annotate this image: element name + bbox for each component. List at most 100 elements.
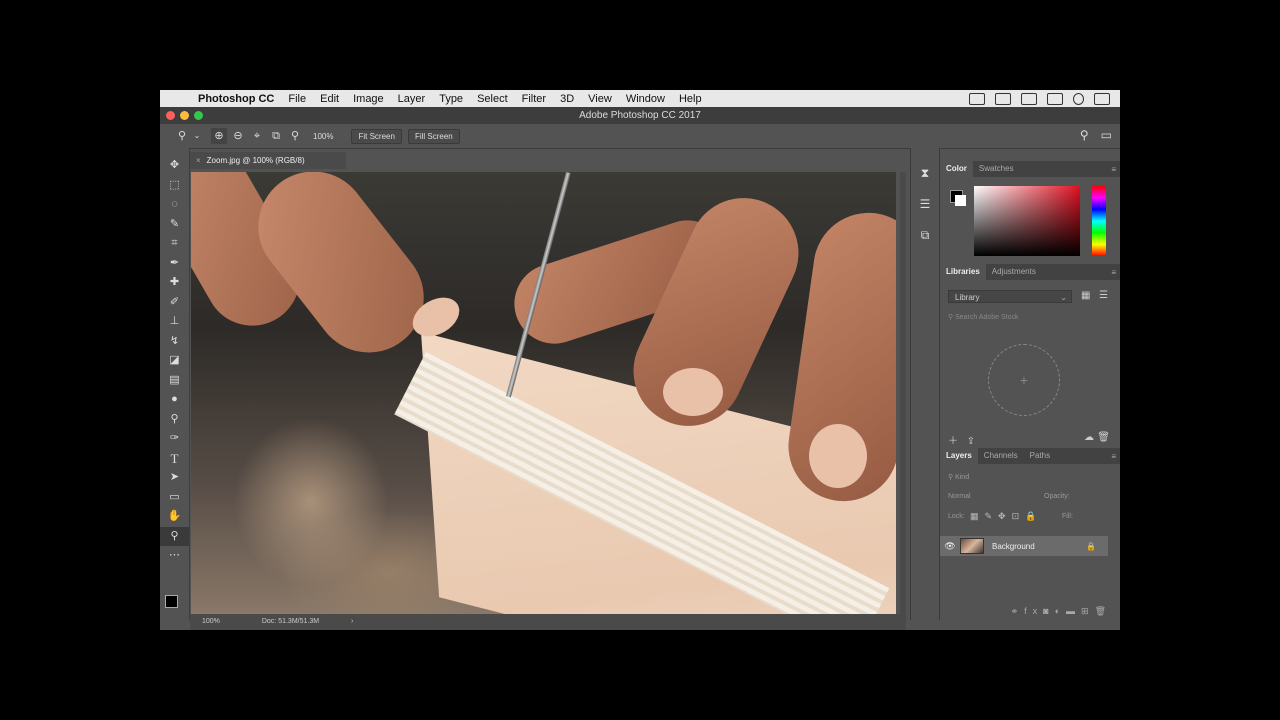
workspace-icon[interactable]: ▭	[1101, 128, 1112, 142]
adjustment-layer-icon[interactable]: ◐	[1055, 606, 1066, 616]
library-trash-icon[interactable]: 🗑	[1097, 432, 1110, 443]
menu-file[interactable]: File	[288, 93, 306, 105]
tab-libraries[interactable]: Libraries	[940, 264, 986, 280]
delete-layer-icon[interactable]: 🗑	[1095, 606, 1112, 616]
libraries-panel-menu-icon[interactable]: ≡	[1111, 268, 1116, 277]
grid-view-icon[interactable]: ▦	[1081, 290, 1090, 301]
scrubby-zoom-icon[interactable]: ⚲	[287, 128, 303, 144]
panel-background-swatch[interactable]	[955, 195, 966, 206]
new-group-icon[interactable]: ▬	[1066, 606, 1081, 616]
fill-screen-button[interactable]: Fill Screen	[407, 128, 460, 144]
tool-preset-chevron-icon[interactable]: ⌄	[193, 128, 201, 144]
resize-windows-icon[interactable]: ⌖	[249, 128, 265, 144]
edit-toolbar-icon[interactable]: ⋯	[160, 546, 189, 566]
zoom-in-icon[interactable]: ⊕	[211, 128, 227, 144]
zoom-tool-active-icon[interactable]: ⚲	[160, 526, 189, 546]
menu-select[interactable]: Select	[477, 93, 508, 105]
spotlight-icon[interactable]	[1073, 92, 1084, 105]
menu-window[interactable]: Window	[626, 93, 665, 105]
layer-row-background[interactable]: 👁 Background 🔒	[940, 536, 1108, 556]
zoom-100-button[interactable]: 100%	[313, 132, 333, 141]
add-content-icon[interactable]: ＋	[948, 436, 958, 447]
color-panel-menu-icon[interactable]: ≡	[1111, 165, 1116, 174]
menu-view[interactable]: View	[588, 93, 612, 105]
glyphs-panel-icon[interactable]: ⧉	[911, 220, 939, 251]
foreground-color-swatch[interactable]	[165, 595, 178, 608]
eraser-tool-icon[interactable]: ◪	[160, 351, 189, 371]
menu-type[interactable]: Type	[439, 93, 463, 105]
cloud-sync-icon[interactable]: ☁	[1084, 432, 1094, 443]
layer-visibility-eye-icon[interactable]: 👁	[940, 541, 960, 552]
zoom-out-icon[interactable]: ⊖	[230, 128, 246, 144]
link-layers-icon[interactable]: ⚭	[1011, 606, 1025, 616]
image-canvas[interactable]	[191, 172, 896, 614]
tab-adjustments[interactable]: Adjustments	[986, 264, 1042, 280]
tab-layers[interactable]: Layers	[940, 448, 978, 464]
hand-tool-icon[interactable]: ✋	[160, 507, 189, 527]
type-tool-icon[interactable]: T	[160, 449, 189, 469]
layer-mask-icon[interactable]: ◙	[1043, 606, 1054, 616]
new-layer-icon[interactable]: ⊞	[1081, 606, 1095, 616]
search-icon[interactable]: ⚲	[1080, 128, 1089, 142]
tab-channels[interactable]: Channels	[978, 448, 1024, 464]
minimize-window-button[interactable]	[180, 111, 189, 120]
add-library-element-icon[interactable]: +	[988, 344, 1060, 416]
menu-edit[interactable]: Edit	[320, 93, 339, 105]
zoom-tool-icon[interactable]: ⚲	[174, 128, 190, 144]
path-select-tool-icon[interactable]: ➤	[160, 468, 189, 488]
creative-cloud-icon[interactable]	[1021, 92, 1037, 105]
wifi-icon[interactable]	[1047, 92, 1063, 105]
dodge-tool-icon[interactable]: ⚲	[160, 410, 189, 430]
eyedropper-tool-icon[interactable]: ✒	[160, 254, 189, 274]
brush-tool-icon[interactable]: ✐	[160, 293, 189, 313]
tab-color[interactable]: Color	[940, 161, 973, 177]
layer-kind-filter[interactable]: ⚲ Kind	[948, 473, 969, 481]
menu-bar: Photoshop CC File Edit Image Layer Type …	[160, 90, 1120, 107]
screen-record-icon[interactable]	[969, 92, 985, 105]
gradient-tool-icon[interactable]: ▤	[160, 371, 189, 391]
zoom-all-windows-icon[interactable]: ⧉	[268, 128, 284, 144]
display-icon[interactable]	[995, 92, 1011, 105]
menu-help[interactable]: Help	[679, 93, 702, 105]
color-field[interactable]	[974, 186, 1080, 256]
healing-brush-tool-icon[interactable]: ✚	[160, 273, 189, 293]
menu-filter[interactable]: Filter	[522, 93, 546, 105]
tab-swatches[interactable]: Swatches	[973, 161, 1020, 177]
tab-paths[interactable]: Paths	[1024, 448, 1056, 464]
close-window-button[interactable]	[166, 111, 175, 120]
zoom-window-button[interactable]	[194, 111, 203, 120]
move-tool-icon[interactable]: ✥	[160, 156, 189, 176]
library-search-input[interactable]: ⚲ Search Adobe Stock	[948, 312, 1112, 324]
quick-select-tool-icon[interactable]: ✎	[160, 215, 189, 235]
status-arrow-icon[interactable]: ›	[351, 618, 353, 625]
marquee-tool-icon[interactable]: ⬚	[160, 176, 189, 196]
menu-3d[interactable]: 3D	[560, 93, 574, 105]
close-tab-icon[interactable]: ×	[196, 156, 201, 165]
menu-app-name[interactable]: Photoshop CC	[198, 93, 274, 105]
list-view-icon[interactable]: ☰	[1099, 290, 1108, 301]
layers-panel-menu-icon[interactable]: ≡	[1111, 452, 1116, 461]
status-zoom[interactable]: 100%	[202, 618, 220, 625]
history-panel-icon[interactable]: ⧗	[911, 158, 939, 189]
lock-icons[interactable]: ▦✎✥⊡🔒	[970, 511, 1042, 522]
blend-mode-select[interactable]: Normal	[948, 493, 971, 500]
layer-thumbnail	[960, 538, 984, 554]
library-select[interactable]: Library ⌄	[948, 290, 1072, 303]
upload-icon[interactable]: ⇪	[967, 436, 975, 447]
blur-tool-icon[interactable]: ●	[160, 390, 189, 410]
clone-stamp-tool-icon[interactable]: ⊥	[160, 312, 189, 332]
lasso-tool-icon[interactable]: ◌	[160, 195, 189, 215]
history-brush-tool-icon[interactable]: ↯	[160, 332, 189, 352]
hue-slider[interactable]	[1092, 186, 1106, 256]
notification-icon[interactable]	[1094, 92, 1110, 105]
menu-image[interactable]: Image	[353, 93, 384, 105]
pen-tool-icon[interactable]: ✑	[160, 429, 189, 449]
vertical-scrollbar[interactable]	[900, 172, 906, 614]
rectangle-tool-icon[interactable]: ▭	[160, 488, 189, 508]
crop-tool-icon[interactable]: ⌗	[160, 234, 189, 254]
fit-screen-button[interactable]: Fit Screen	[351, 128, 402, 144]
menu-layer[interactable]: Layer	[398, 93, 426, 105]
layer-style-icon[interactable]: fx	[1024, 606, 1043, 616]
document-tab[interactable]: × Zoom.jpg @ 100% (RGB/8)	[190, 152, 346, 169]
properties-panel-icon[interactable]: ☰	[911, 189, 939, 220]
